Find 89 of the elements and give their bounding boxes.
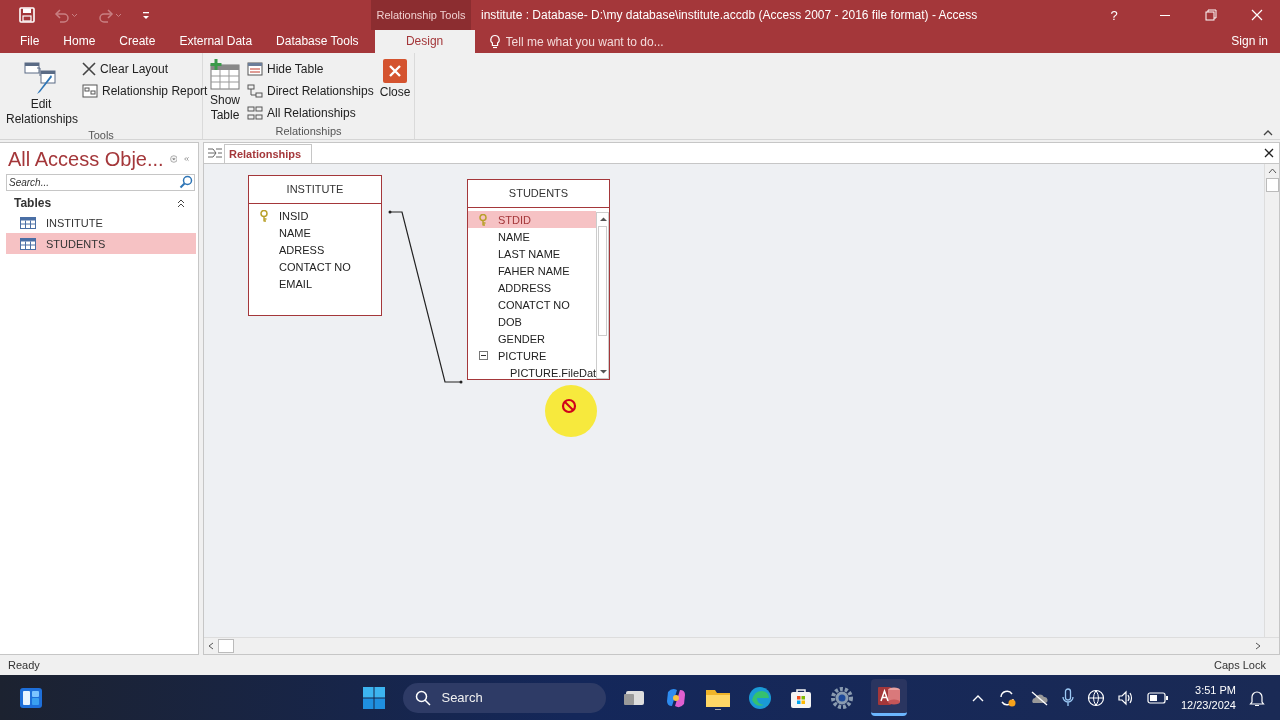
microphone-icon[interactable] (1060, 687, 1075, 708)
help-button[interactable]: ? (1094, 0, 1134, 30)
direct-relationships-button[interactable]: Direct Relationships (247, 83, 374, 99)
tell-me-field[interactable]: Tell me what you want to do... (505, 34, 726, 49)
search-icon[interactable] (179, 175, 193, 189)
caps-lock-indicator: Caps Lock (1214, 659, 1266, 671)
table-list-item[interactable]: STUDENTS (6, 233, 196, 254)
horizontal-scrollbar[interactable] (204, 637, 1279, 654)
report-icon (82, 84, 98, 98)
vertical-scrollbar[interactable] (1264, 164, 1279, 637)
collapse-icon[interactable] (478, 351, 488, 360)
close-x-button[interactable]: Close (377, 57, 413, 125)
hide-table-icon (247, 62, 263, 76)
ribbon-tab[interactable]: Design (374, 30, 475, 53)
ribbon-tab[interactable]: External Data (167, 30, 265, 53)
table-title: INSTITUTE (249, 176, 381, 204)
field-item[interactable]: CONATCT NO (468, 296, 597, 313)
collapse-ribbon-icon[interactable] (1262, 128, 1274, 136)
ribbon-tab[interactable]: Create (107, 30, 168, 53)
table-title: STUDENTS (468, 180, 609, 208)
all-relationships-icon (247, 106, 263, 120)
document-tab[interactable]: Relationships (224, 143, 313, 163)
save-icon[interactable] (19, 7, 35, 23)
sign-in-link[interactable]: Sign in (1231, 30, 1268, 53)
field-item[interactable]: ADRESS (249, 241, 381, 258)
table-box[interactable]: INSTITUTE INSID NAME ADRESS CONTACT NO EMAIL (248, 175, 382, 316)
table-list-item[interactable]: INSTITUTE (6, 212, 196, 233)
edit-relationships-icon (23, 59, 59, 95)
field-item[interactable]: FAHER NAME (468, 262, 597, 279)
scroll-thumb[interactable] (598, 226, 608, 336)
taskbar-search-field[interactable]: Search (403, 682, 607, 713)
context-tab-group-label: Relationship Tools (371, 0, 471, 30)
clock-time[interactable]: 3:51 PM (1195, 682, 1236, 698)
volume-icon[interactable] (1116, 688, 1135, 707)
search-icon[interactable] (415, 689, 432, 706)
window-title: institute : Database- D:\my database\institute.accdb (Access 2007 - 2016 file format) - Access (481, 8, 978, 22)
lightbulb-icon (488, 33, 501, 50)
browser-icon[interactable] (748, 685, 773, 710)
field-item[interactable]: PICTURE.FileDat (468, 364, 597, 379)
field-item[interactable]: STDID (468, 211, 597, 228)
field-item[interactable]: GENDER (468, 330, 597, 347)
table-icon (20, 216, 36, 229)
table-icon (20, 237, 36, 250)
show-table-button[interactable]: Show Table (207, 57, 243, 125)
customize-icon[interactable] (141, 9, 151, 21)
settings-icon[interactable] (830, 685, 855, 710)
field-item[interactable]: ADDRESS (468, 279, 597, 296)
database-app-button[interactable] (871, 679, 908, 716)
field-item[interactable]: INSID (249, 207, 381, 224)
report-button[interactable]: Relationship Report (82, 83, 208, 99)
status-text: Ready (8, 659, 40, 671)
ribbon-tab[interactable]: File (0, 30, 52, 53)
relationships-icon (208, 147, 222, 159)
relationship-line[interactable] (388, 209, 464, 385)
field-item[interactable]: DOB (468, 313, 597, 330)
field-item[interactable]: EMAIL (249, 275, 381, 292)
ribbon-group-label: Tools (87, 129, 115, 141)
all-relationships-button[interactable]: All Relationships (247, 105, 374, 121)
navigation-pane-title[interactable]: All Access Obje... (8, 147, 164, 171)
scroll-thumb[interactable] (1265, 178, 1279, 192)
cursor-highlight-icon (544, 384, 598, 438)
x-icon (82, 62, 96, 76)
x-button[interactable]: Clear Layout (82, 61, 208, 77)
globe-icon[interactable] (1086, 688, 1105, 707)
field-item[interactable]: NAME (249, 224, 381, 241)
clock-date[interactable]: 12/23/2024 (1180, 697, 1236, 713)
field-item[interactable]: PICTURE (468, 347, 597, 364)
search-field[interactable]: Search... (6, 174, 195, 191)
start-icon[interactable] (362, 685, 387, 710)
scroll-thumb[interactable] (218, 639, 234, 653)
close-icon[interactable] (1263, 147, 1275, 159)
scrollbar[interactable] (596, 212, 609, 379)
battery-icon[interactable] (1146, 690, 1169, 705)
ribbon-group-label: Relationships (274, 125, 343, 139)
field-item[interactable]: NAME (468, 228, 597, 245)
field-item[interactable]: CONTACT NO (249, 258, 381, 275)
edit-relationships-button[interactable]: Edit Relationships (4, 57, 78, 129)
collapse-group-icon[interactable] (176, 198, 186, 208)
hide-table-button[interactable]: Hide Table (247, 61, 374, 77)
ribbon-tab[interactable]: Home (51, 30, 108, 53)
ribbon-tab[interactable]: Database Tools (264, 30, 371, 53)
group-header[interactable]: Tables (14, 196, 52, 210)
direct-relationships-icon (247, 84, 263, 98)
database-app-icon (877, 685, 902, 707)
notification-icon[interactable] (1248, 688, 1266, 707)
field-item[interactable]: LAST NAME (468, 245, 597, 262)
table-box[interactable]: STUDENTS STDID NAME LAST NAME FAHER NAME ADDRESS CONATCT NO DOB GENDER PICTURE PICTURE.FileDat (467, 179, 610, 380)
close-x-icon (383, 59, 408, 83)
show-table-icon (209, 59, 241, 91)
